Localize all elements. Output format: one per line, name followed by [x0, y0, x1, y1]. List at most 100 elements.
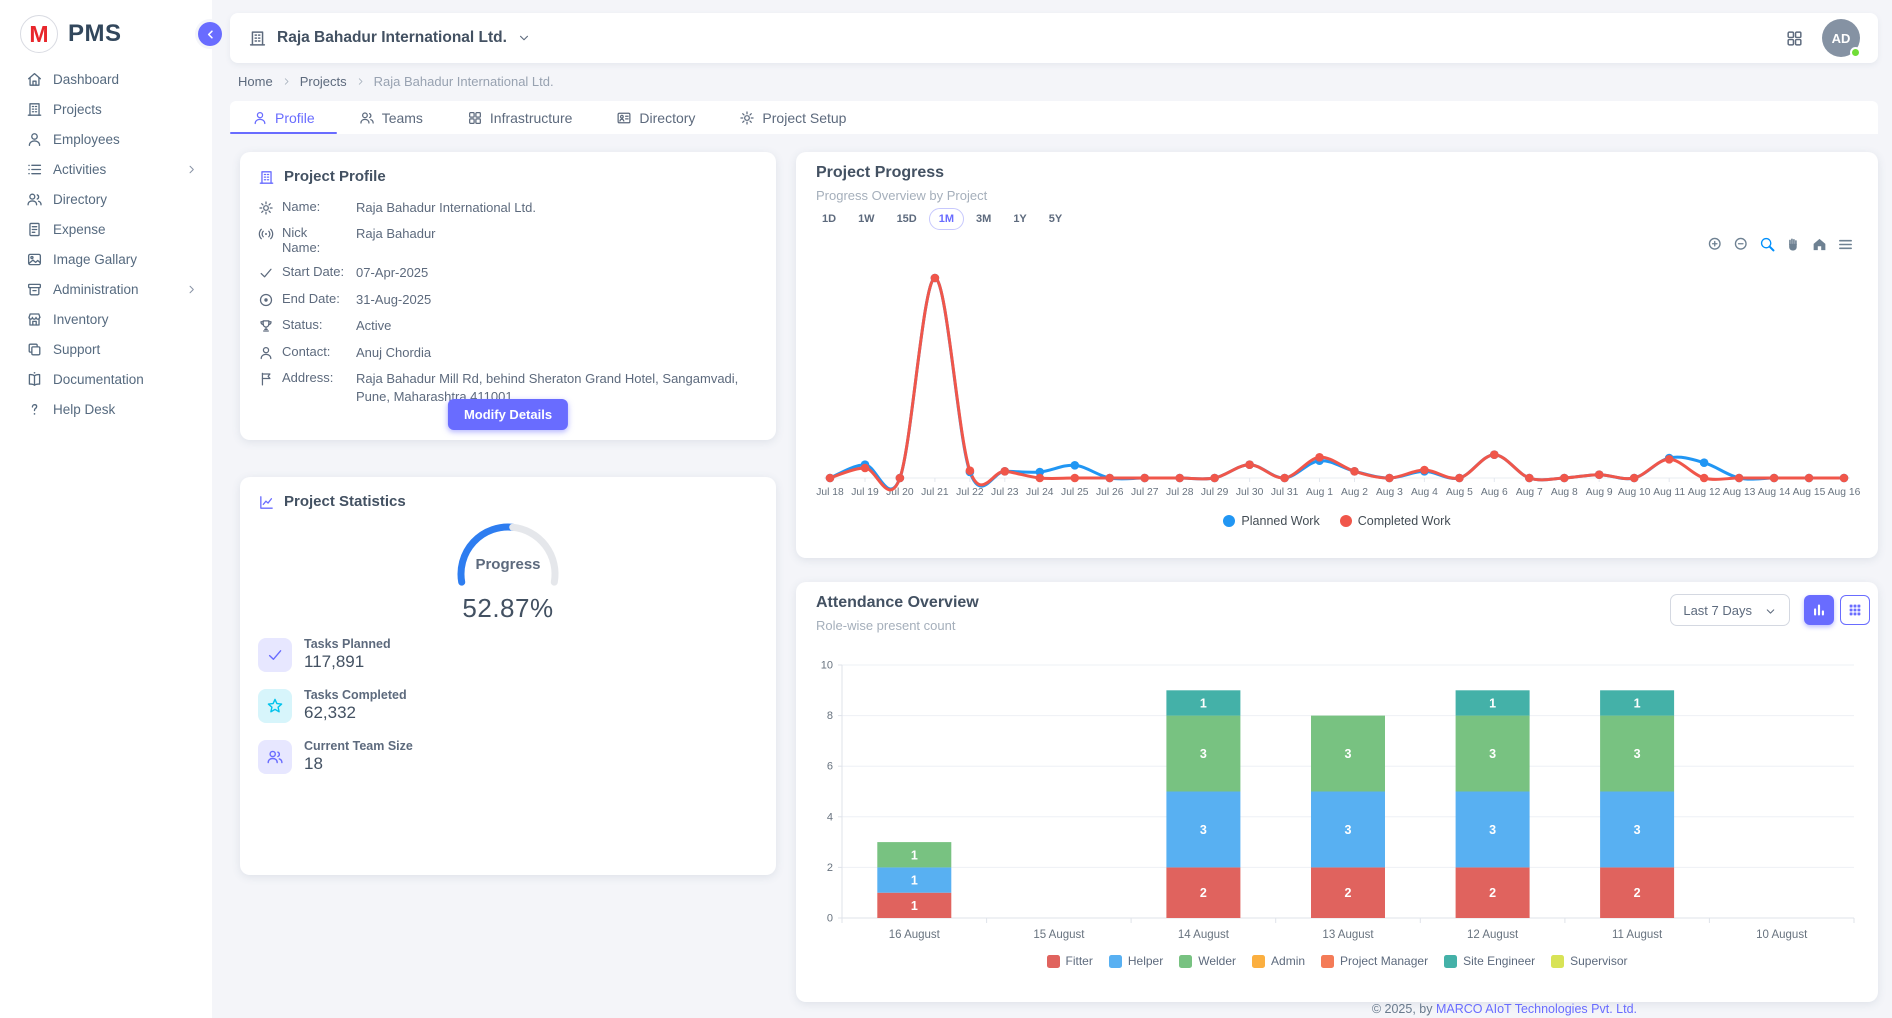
tab-teams[interactable]: Teams	[337, 101, 445, 134]
selection-zoom-button[interactable]	[1759, 236, 1776, 253]
legend-admin[interactable]: Admin	[1252, 954, 1305, 968]
book-icon	[26, 371, 43, 388]
sidebar-item-activities[interactable]: Activities	[0, 154, 212, 184]
progress-gauge: Progress 52.87%	[240, 517, 776, 624]
profile-card-title: Project Profile	[284, 168, 386, 185]
building-icon	[248, 29, 267, 48]
sidebar-item-help-desk[interactable]: Help Desk	[0, 394, 212, 424]
svg-text:3: 3	[1489, 823, 1496, 837]
tab-label: Infrastructure	[490, 110, 572, 126]
chev-right-icon	[281, 76, 292, 87]
tab-bar: Profile Teams Infrastructure Directory Proje…	[230, 101, 1878, 134]
sidebar-item-directory[interactable]: Directory	[0, 184, 212, 214]
svg-text:Jul 21: Jul 21	[921, 487, 949, 498]
stat-value: 62,332	[304, 703, 407, 723]
star-icon	[266, 697, 284, 715]
range-1W[interactable]: 1W	[848, 208, 885, 230]
sidebar-item-inventory[interactable]: Inventory	[0, 304, 212, 334]
sidebar-item-expense[interactable]: Expense	[0, 214, 212, 244]
svg-text:2: 2	[1634, 886, 1641, 900]
apps-grid-button[interactable]	[1785, 29, 1804, 48]
menu-button[interactable]	[1837, 236, 1854, 253]
tab-infrastructure[interactable]: Infrastructure	[445, 101, 594, 134]
store-icon	[26, 311, 43, 328]
svg-text:Aug 13: Aug 13	[1723, 487, 1756, 498]
tab-label: Teams	[382, 110, 423, 126]
bar-view-button[interactable]	[1804, 595, 1834, 625]
legend-fitter[interactable]: Fitter	[1047, 954, 1093, 968]
range-1D[interactable]: 1D	[812, 208, 846, 230]
range-1M[interactable]: 1M	[929, 208, 964, 230]
legend-helper[interactable]: Helper	[1109, 954, 1163, 968]
tab-label: Project Setup	[762, 110, 846, 126]
sidebar-item-label: Administration	[53, 282, 139, 297]
modify-details-button[interactable]: Modify Details	[448, 399, 568, 430]
archive-icon	[26, 281, 43, 298]
legend-welder[interactable]: Welder	[1179, 954, 1236, 968]
range-1Y[interactable]: 1Y	[1003, 208, 1036, 230]
breadcrumb-projects[interactable]: Projects	[300, 74, 347, 89]
chevron-down-icon	[1764, 602, 1777, 617]
selection-zoom-icon	[1759, 236, 1776, 253]
user-avatar[interactable]: AD	[1822, 19, 1860, 57]
range-5Y[interactable]: 5Y	[1039, 208, 1072, 230]
project-statistics-card: Project Statistics Progress 52.87% Tasks…	[240, 477, 776, 875]
sidebar-item-label: Activities	[53, 162, 106, 177]
sidebar-item-administration[interactable]: Administration	[0, 274, 212, 304]
chev-right-icon	[185, 163, 198, 176]
header-actions: AD	[1785, 19, 1860, 57]
sidebar-item-documentation[interactable]: Documentation	[0, 364, 212, 394]
stat-icon-box	[258, 638, 292, 672]
svg-text:2: 2	[827, 862, 833, 874]
sidebar-item-dashboard[interactable]: Dashboard	[0, 64, 212, 94]
footer-company-link[interactable]: MARCO AIoT Technologies Pvt. Ltd.	[1436, 1002, 1637, 1016]
company-selector[interactable]: Raja Bahadur International Ltd.	[248, 29, 531, 48]
legend-dot	[1340, 515, 1352, 527]
sidebar-item-employees[interactable]: Employees	[0, 124, 212, 154]
attendance-range-dropdown[interactable]: Last 7 Days	[1670, 594, 1790, 626]
range-3M[interactable]: 3M	[966, 208, 1001, 230]
sidebar-nav: DashboardProjectsEmployees Activities Dire…	[0, 64, 212, 424]
stat-label: Tasks Planned	[304, 637, 391, 651]
chev-right-icon	[355, 76, 366, 87]
sidebar-item-image-gallary[interactable]: Image Gallary	[0, 244, 212, 274]
legend-swatch	[1321, 955, 1334, 968]
profile-field-end-date: End Date:31-Aug-2025	[258, 291, 758, 309]
bars-icon	[1811, 602, 1827, 618]
tab-label: Profile	[275, 110, 315, 126]
reset-home-button[interactable]	[1811, 236, 1828, 253]
sidebar-item-support[interactable]: Support	[0, 334, 212, 364]
zoom-in-button[interactable]	[1707, 236, 1724, 253]
chev-right-icon	[185, 283, 198, 296]
stat-tasks-planned: Tasks Planned117,891	[258, 637, 413, 672]
sidebar-collapse-button[interactable]	[198, 22, 222, 46]
svg-text:1: 1	[911, 899, 918, 913]
tab-profile[interactable]: Profile	[230, 101, 337, 134]
pan-button[interactable]	[1785, 236, 1802, 253]
breadcrumb-home[interactable]: Home	[238, 74, 273, 89]
progress-card-title: Project Progress	[816, 164, 944, 182]
legend-supervisor[interactable]: Supervisor	[1551, 954, 1627, 968]
grid-icon	[467, 110, 483, 126]
svg-text:3: 3	[1345, 747, 1352, 761]
legend-project-manager[interactable]: Project Manager	[1321, 954, 1428, 968]
tab-directory[interactable]: Directory	[594, 101, 717, 134]
sidebar-item-projects[interactable]: Projects	[0, 94, 212, 124]
help-icon	[26, 401, 43, 418]
table-view-button[interactable]	[1840, 595, 1870, 625]
zoom-out-button[interactable]	[1733, 236, 1750, 253]
stat-icon-box	[258, 689, 292, 723]
brand-logo[interactable]: M PMS	[0, 0, 212, 54]
svg-text:Jul 29: Jul 29	[1201, 487, 1229, 498]
field-value: Active	[346, 317, 758, 335]
legend-completed-work[interactable]: Completed Work	[1340, 514, 1451, 528]
line-chart-legend: Planned Work Completed Work	[796, 514, 1878, 528]
legend-site-engineer[interactable]: Site Engineer	[1444, 954, 1535, 968]
tab-project-setup[interactable]: Project Setup	[717, 101, 868, 134]
chevron-left-icon	[204, 28, 217, 41]
profile-card-header: Project Profile	[240, 152, 776, 186]
flag-icon	[258, 371, 274, 387]
range-15D[interactable]: 15D	[887, 208, 927, 230]
field-value: Raja Bahadur	[346, 225, 758, 243]
legend-planned-work[interactable]: Planned Work	[1223, 514, 1319, 528]
